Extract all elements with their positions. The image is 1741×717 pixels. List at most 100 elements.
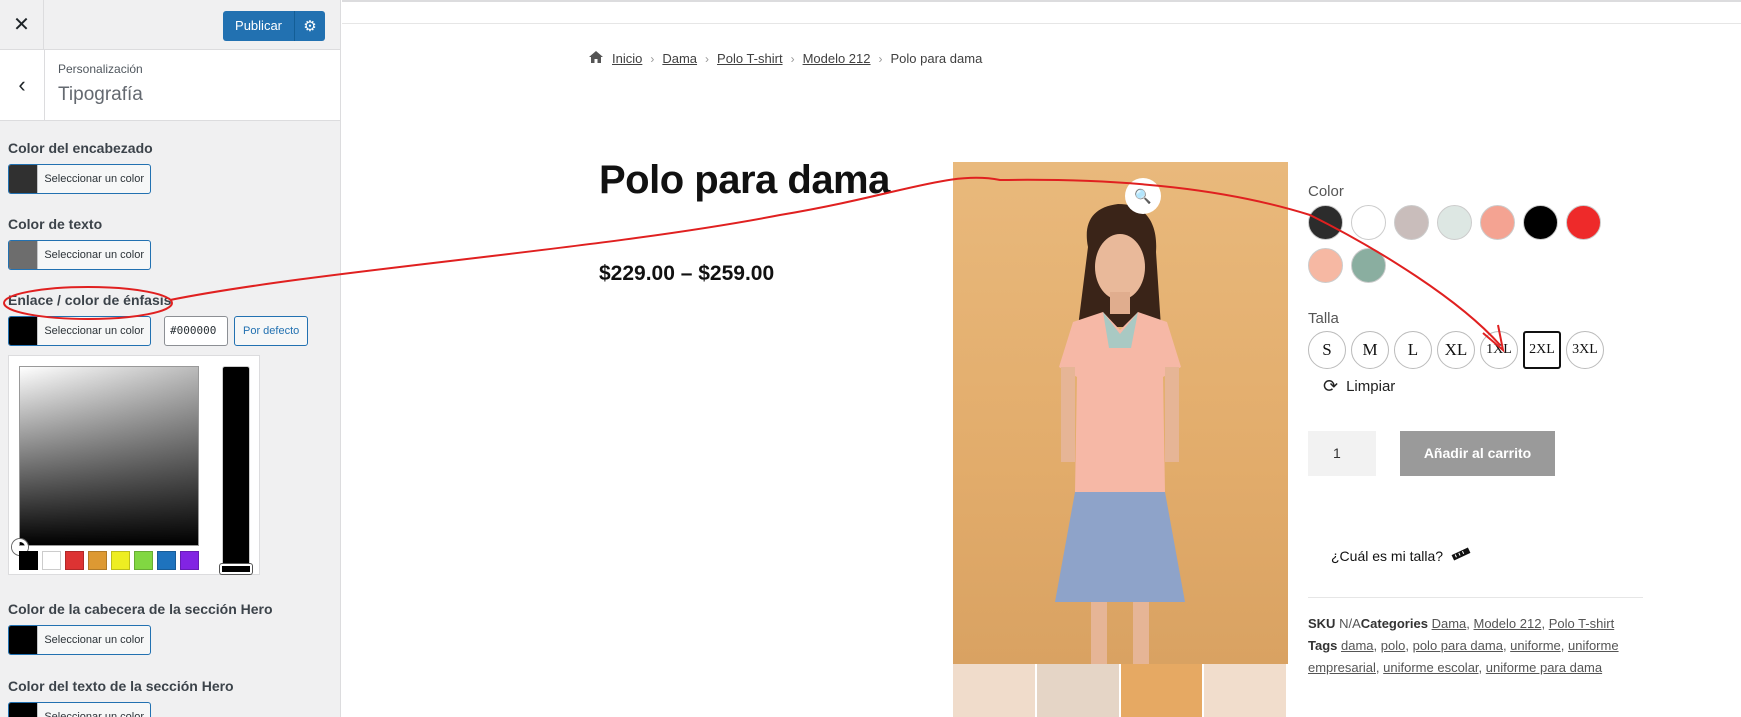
palette-swatch[interactable] xyxy=(88,551,107,570)
size-guide-label: ¿Cuál es mi talla? xyxy=(1331,547,1444,564)
size-option[interactable]: 1XL xyxy=(1480,331,1518,369)
product-photo xyxy=(1055,204,1185,664)
tag-link[interactable]: uniforme para dama xyxy=(1486,660,1602,675)
home-icon xyxy=(588,50,604,67)
color-option[interactable] xyxy=(1566,205,1601,240)
product-meta: SKU N/ACategories Dama, Modelo 212, Polo… xyxy=(1308,616,1619,675)
control-heading-color: Color del encabezado Seleccionar un colo… xyxy=(8,140,153,194)
default-color-button[interactable]: Por defecto xyxy=(234,316,309,346)
tag-link[interactable]: polo xyxy=(1381,638,1406,653)
select-color-label: Seleccionar un color xyxy=(44,325,144,337)
sku-value: N/A xyxy=(1339,616,1361,631)
palette-swatch[interactable] xyxy=(19,551,38,570)
palette-swatch[interactable] xyxy=(42,551,61,570)
color-swatches-row1 xyxy=(1308,205,1601,240)
size-option[interactable]: XL xyxy=(1437,331,1475,369)
size-option[interactable]: L xyxy=(1394,331,1432,369)
select-color-button[interactable]: Seleccionar un color xyxy=(8,625,151,655)
product-thumbnail[interactable] xyxy=(953,664,1035,717)
color-option[interactable] xyxy=(1351,248,1386,283)
zoom-icon[interactable]: 🔍 xyxy=(1125,178,1161,214)
color-swatches-row2 xyxy=(1308,248,1386,283)
category-link[interactable]: Dama xyxy=(1432,616,1467,631)
tag-link[interactable]: polo para dama xyxy=(1413,638,1503,653)
categories-label: Categories xyxy=(1360,616,1428,631)
color-option[interactable] xyxy=(1480,205,1515,240)
publish-group: Publicar ⚙ xyxy=(223,11,325,41)
color-option[interactable] xyxy=(1394,205,1429,240)
select-color-button[interactable]: Seleccionar un color xyxy=(8,316,151,346)
tag-link[interactable]: uniforme escolar xyxy=(1383,660,1478,675)
saturation-square[interactable] xyxy=(19,366,199,546)
size-option[interactable]: 3XL xyxy=(1566,331,1604,369)
breadcrumb-link[interactable]: Dama xyxy=(662,51,697,66)
size-option[interactable]: S xyxy=(1308,331,1346,369)
section-header: ‹ Personalización Tipografía xyxy=(0,50,340,121)
palette-swatch[interactable] xyxy=(134,551,153,570)
color-swatch xyxy=(9,165,39,193)
color-swatch xyxy=(9,703,39,717)
breadcrumb-link[interactable]: Modelo 212 xyxy=(803,51,871,66)
select-color-button[interactable]: Seleccionar un color xyxy=(8,240,151,270)
color-option[interactable] xyxy=(1437,205,1472,240)
color-attribute-label: Color xyxy=(1308,183,1344,200)
hue-slider[interactable] xyxy=(222,366,250,571)
reset-label: Limpiar xyxy=(1346,378,1396,395)
control-label: Color de texto xyxy=(8,216,103,232)
control-label: Color del encabezado xyxy=(8,140,153,156)
product-image[interactable] xyxy=(953,162,1288,664)
site-preview: Inicio › Dama › Polo T-shirt › Modelo 21… xyxy=(342,0,1741,717)
color-option[interactable] xyxy=(1351,205,1386,240)
size-attribute-label: Talla xyxy=(1308,310,1339,327)
hex-color-input[interactable]: #000000 xyxy=(164,316,228,346)
category-link[interactable]: Polo T-shirt xyxy=(1549,616,1615,631)
select-color-button[interactable]: Seleccionar un color xyxy=(8,164,151,194)
tags-label: Tags xyxy=(1308,638,1338,653)
quantity-input[interactable]: 1 xyxy=(1308,431,1376,476)
chevron-right-icon: › xyxy=(878,51,883,66)
breadcrumb: Inicio › Dama › Polo T-shirt › Modelo 21… xyxy=(588,50,982,67)
size-option-selected[interactable]: 2XL xyxy=(1523,331,1561,369)
category-link[interactable]: Modelo 212 xyxy=(1474,616,1542,631)
size-guide-link[interactable]: ¿Cuál es mi talla? xyxy=(1331,547,1471,564)
gear-icon[interactable]: ⚙ xyxy=(295,11,325,41)
hue-slider-handle[interactable] xyxy=(220,564,252,574)
select-color-button[interactable]: Seleccionar un color xyxy=(8,702,151,717)
product-thumbnail[interactable] xyxy=(1036,664,1119,717)
customizer-header: ✕ Publicar ⚙ xyxy=(0,0,340,50)
product-title: Polo para dama xyxy=(599,158,890,202)
breadcrumb-link[interactable]: Polo T-shirt xyxy=(717,51,783,66)
refresh-icon: ⟳ xyxy=(1323,376,1339,396)
color-option[interactable] xyxy=(1523,205,1558,240)
palette-swatch[interactable] xyxy=(157,551,176,570)
tag-link[interactable]: uniforme xyxy=(1510,638,1561,653)
size-option[interactable]: M xyxy=(1351,331,1389,369)
control-accent-color: Enlace / color de énfasis Seleccionar un… xyxy=(8,292,328,356)
product-price: $229.00 – $259.00 xyxy=(599,262,775,285)
palette-swatch[interactable] xyxy=(180,551,199,570)
close-icon[interactable]: ✕ xyxy=(0,0,44,49)
palette-swatch[interactable] xyxy=(65,551,84,570)
color-option[interactable] xyxy=(1308,205,1343,240)
product-thumbnail[interactable] xyxy=(1120,664,1203,717)
control-hero-text-color: Color del texto de la sección Hero Selec… xyxy=(8,678,234,717)
reset-variations-link[interactable]: ⟳ Limpiar xyxy=(1323,376,1395,397)
color-option[interactable] xyxy=(1308,248,1343,283)
sku-label: SKU xyxy=(1308,616,1336,631)
breadcrumb-link[interactable]: Inicio xyxy=(612,51,642,66)
product-thumbnails xyxy=(953,664,1288,717)
ruler-icon xyxy=(1451,547,1471,564)
select-color-label: Seleccionar un color xyxy=(44,711,144,717)
color-palette xyxy=(19,551,199,570)
add-to-cart-button[interactable]: Añadir al carrito xyxy=(1400,431,1555,476)
app-window: ✕ Publicar ⚙ ‹ Personalización Tipografí… xyxy=(0,0,1741,717)
control-label: Color del texto de la sección Hero xyxy=(8,678,234,694)
chevron-left-icon[interactable]: ‹ xyxy=(0,50,45,120)
preview-header-strip xyxy=(342,0,1741,24)
publish-button[interactable]: Publicar xyxy=(223,11,295,41)
product-thumbnail[interactable] xyxy=(1204,664,1286,717)
size-options: S M L XL 1XL 2XL 3XL xyxy=(1308,331,1604,369)
tag-link[interactable]: dama xyxy=(1341,638,1374,653)
color-swatch xyxy=(9,317,39,345)
palette-swatch[interactable] xyxy=(111,551,130,570)
